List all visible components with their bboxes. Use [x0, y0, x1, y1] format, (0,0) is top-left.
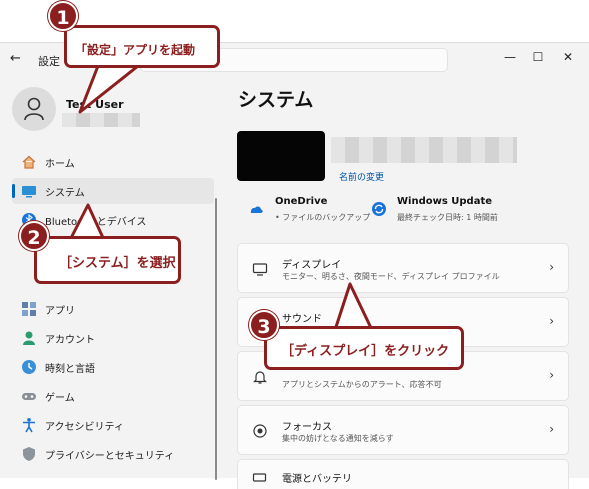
step-3-badge: 3	[249, 310, 279, 340]
redacted-device-name	[331, 137, 517, 163]
sidebar-item-time-language[interactable]: 時刻と言語	[12, 354, 214, 380]
user-name: Test User	[66, 98, 124, 111]
redacted-email	[62, 113, 140, 127]
sidebar-item-label: ゲーム	[45, 393, 75, 404]
window-title: 設定	[38, 55, 60, 68]
sidebar-item-privacy[interactable]: プライバシーとセキュリティ	[12, 441, 214, 467]
callout-1-text: 「設定」アプリを起動	[75, 43, 196, 57]
card-subtitle: アプリとシステムからのアラート、応答不可	[282, 380, 442, 389]
sidebar-item-home[interactable]: ホーム	[12, 149, 214, 175]
selection-indicator	[12, 184, 15, 198]
sidebar-item-label: Bluetooth とデバイス	[45, 217, 147, 228]
sidebar-item-label: ホーム	[45, 159, 75, 170]
card-title: ディスプレイ	[282, 260, 342, 271]
card-display[interactable]: ディスプレイ モニター、明るさ、夜間モード、ディスプレイ プロファイル ›	[237, 243, 569, 293]
sidebar-item-label: プライバシーとセキュリティ	[45, 451, 175, 462]
onedrive-title[interactable]: OneDrive	[275, 196, 327, 207]
callout-2-text: ［システム］を選択	[59, 256, 176, 271]
minimize-button[interactable]: —	[500, 50, 520, 64]
card-focus[interactable]: フォーカス 集中の妨げとなる通知を減らす ›	[237, 405, 569, 455]
sidebar-item-gaming[interactable]: ゲーム	[12, 383, 214, 409]
sidebar-item-apps[interactable]: アプリ	[12, 296, 214, 322]
callout-1: 「設定」アプリを起動	[64, 25, 220, 68]
time-language-icon	[22, 360, 36, 374]
user-icon	[24, 97, 44, 121]
card-title: サウンド	[282, 314, 322, 325]
card-title: フォーカス	[282, 422, 332, 433]
chevron-right-icon: ›	[549, 368, 554, 382]
sidebar-item-accessibility[interactable]: アクセシビリティ	[12, 412, 214, 438]
sidebar-item-label: システム	[45, 188, 85, 199]
maximize-button[interactable]: ☐	[528, 50, 548, 64]
chevron-right-icon: ›	[549, 422, 554, 436]
focus-icon	[253, 424, 267, 438]
card-power[interactable]: 電源とバッテリ	[237, 459, 569, 489]
chevron-right-icon: ›	[549, 260, 554, 274]
callout-3-text: ［ディスプレイ］をクリック	[281, 344, 450, 359]
chevron-right-icon: ›	[549, 314, 554, 328]
sidebar-item-label: 時刻と言語	[45, 364, 95, 375]
sidebar-item-label: アクセシビリティ	[45, 422, 124, 433]
callout-3: ［ディスプレイ］をクリック	[264, 326, 464, 370]
sidebar-item-label: アプリ	[45, 306, 75, 317]
sidebar-scrollbar[interactable]	[215, 198, 217, 480]
onedrive-icon[interactable]	[248, 201, 264, 217]
page-title: システム	[238, 89, 314, 111]
sidebar-item-system[interactable]: システム	[12, 178, 214, 204]
shield-icon	[23, 447, 35, 461]
device-image	[237, 131, 325, 181]
windows-update-subtitle: 最終チェック日時: 1 時間前	[397, 213, 498, 222]
apps-icon	[22, 302, 36, 316]
step-1-badge: 1	[48, 1, 78, 31]
windows-update-icon[interactable]	[371, 201, 387, 217]
rename-link[interactable]: 名前の変更	[339, 170, 384, 183]
display-icon	[252, 263, 268, 276]
back-arrow-icon[interactable]: ←	[10, 51, 21, 66]
home-icon	[22, 155, 36, 169]
avatar[interactable]	[12, 87, 56, 131]
power-icon	[252, 473, 267, 482]
close-button[interactable]: ✕	[558, 50, 578, 64]
account-icon	[23, 331, 35, 345]
notification-icon	[253, 371, 267, 384]
card-subtitle: モニター、明るさ、夜間モード、ディスプレイ プロファイル	[282, 272, 500, 281]
gaming-icon	[22, 393, 36, 400]
step-2-badge: 2	[19, 221, 49, 251]
sidebar-item-label: アカウント	[45, 335, 95, 346]
onedrive-subtitle: • ファイルのバックアップ	[275, 213, 371, 222]
windows-update-title[interactable]: Windows Update	[397, 196, 492, 207]
sidebar-item-accounts[interactable]: アカウント	[12, 325, 214, 351]
system-icon	[22, 186, 36, 198]
callout-2: ［システム］を選択	[34, 236, 181, 284]
accessibility-icon	[23, 418, 35, 433]
card-subtitle: 集中の妨げとなる通知を減らす	[282, 434, 394, 443]
